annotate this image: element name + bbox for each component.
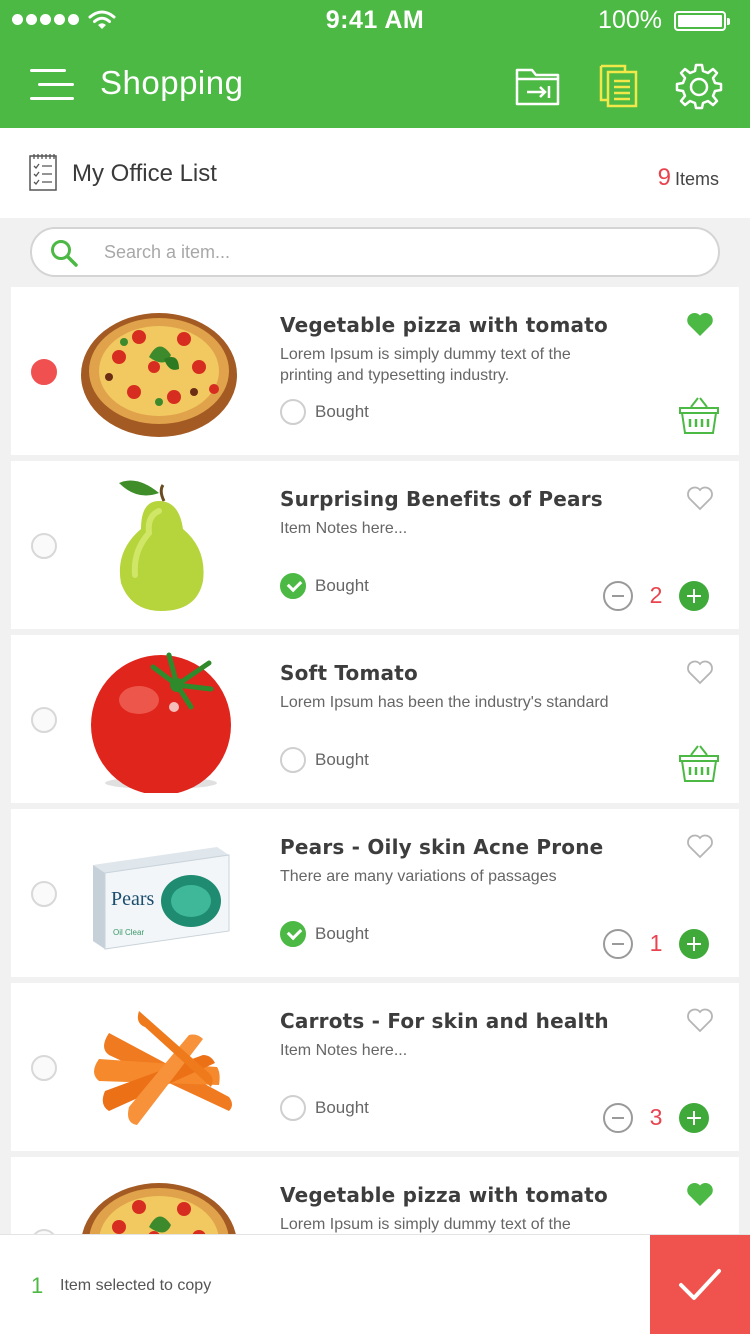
carrot-icon [79,993,239,1141]
item-title: Surprising Benefits of Pears [280,487,603,511]
item-title: Soft Tomato [280,661,418,685]
select-radio[interactable] [31,707,57,733]
bought-label: Bought [315,402,369,421]
increase-button[interactable] [679,1103,709,1133]
gear-icon[interactable] [675,62,723,110]
item-notes: Item Notes here... [280,1042,408,1059]
battery-icon [674,11,730,31]
soap-brand-text: Pears [111,888,155,910]
bought-label: Bought [315,750,369,769]
quantity-value: 2 [649,582,663,608]
item-count: 9 Items [658,164,719,192]
list-item[interactable]: Vegetable pizza with tomato Lorem Ipsum … [11,287,739,455]
heart-icon[interactable] [686,311,714,337]
tomato-icon [79,645,239,795]
bought-checkbox[interactable] [280,747,306,773]
search-input[interactable] [104,237,684,267]
selected-count: 1 [31,1273,44,1298]
heart-outline-icon[interactable] [686,659,714,685]
list-title: My Office List [72,160,217,187]
move-folder-icon[interactable] [514,62,562,110]
increase-button[interactable] [679,929,709,959]
quantity-value: 1 [649,930,663,956]
status-bar: 9:41 AM 100% [0,0,750,40]
select-radio[interactable] [31,1055,57,1081]
list-header: My Office List 9 Items [0,128,750,218]
notepad-icon [29,154,57,191]
soap-tag-text: Oil Clear [113,928,144,937]
item-notes: Item Notes here... [280,520,408,537]
decrease-button[interactable] [603,929,633,959]
search-bar[interactable] [30,227,720,277]
heart-outline-icon[interactable] [686,485,714,511]
pear-icon [79,471,239,619]
bought-label: Bought [315,924,369,943]
item-count-label: Items [674,169,719,189]
bought-checkbox[interactable] [280,921,306,947]
select-radio[interactable] [31,881,57,907]
heart-outline-icon[interactable] [686,1007,714,1033]
item-title: Pears - Oily skin Acne Prone [280,835,604,859]
select-radio[interactable] [31,359,57,385]
soap-icon: Pears Oil Clear [79,819,239,967]
confirm-button[interactable] [650,1235,750,1334]
shopping-list: Vegetable pizza with tomato Lorem Ipsum … [11,287,739,1331]
copy-bar: 1 Item selected to copy [0,1234,750,1334]
search-icon [51,240,78,267]
bought-label: Bought [315,576,369,595]
heart-outline-icon[interactable] [686,833,714,859]
item-notes: There are many variations of passages [280,868,557,885]
copy-list-icon[interactable] [597,62,645,110]
pizza-icon [79,297,239,445]
item-notes: Lorem Ipsum is simply dummy text of the … [280,346,571,384]
basket-icon[interactable] [678,395,720,437]
page-title: Shopping [100,64,244,101]
battery-percent: 100% [598,6,662,34]
menu-icon[interactable] [30,66,76,104]
item-count-number: 9 [657,164,671,191]
decrease-button[interactable] [603,1103,633,1133]
checkmark-icon [679,1269,721,1300]
bought-checkbox[interactable] [280,573,306,599]
heart-icon[interactable] [686,1181,714,1207]
list-item[interactable]: Soft Tomato Lorem Ipsum has been the ind… [11,635,739,803]
item-title: Vegetable pizza with tomato [280,313,608,337]
item-title: Carrots - For skin and health [280,1009,609,1033]
quantity-value: 3 [649,1104,663,1130]
item-title: Vegetable pizza with tomato [280,1183,608,1207]
decrease-button[interactable] [603,581,633,611]
item-notes: Lorem Ipsum has been the industry's stan… [280,694,609,711]
bought-checkbox[interactable] [280,1095,306,1121]
bought-label: Bought [315,1098,369,1117]
select-radio[interactable] [31,533,57,559]
item-notes: Lorem Ipsum is simply dummy text of the [280,1216,571,1233]
basket-icon[interactable] [678,743,720,785]
app-header: 9:41 AM 100% Shopping [0,0,750,128]
selected-label: Item selected to copy [60,1277,212,1294]
increase-button[interactable] [679,581,709,611]
bought-checkbox[interactable] [280,399,306,425]
